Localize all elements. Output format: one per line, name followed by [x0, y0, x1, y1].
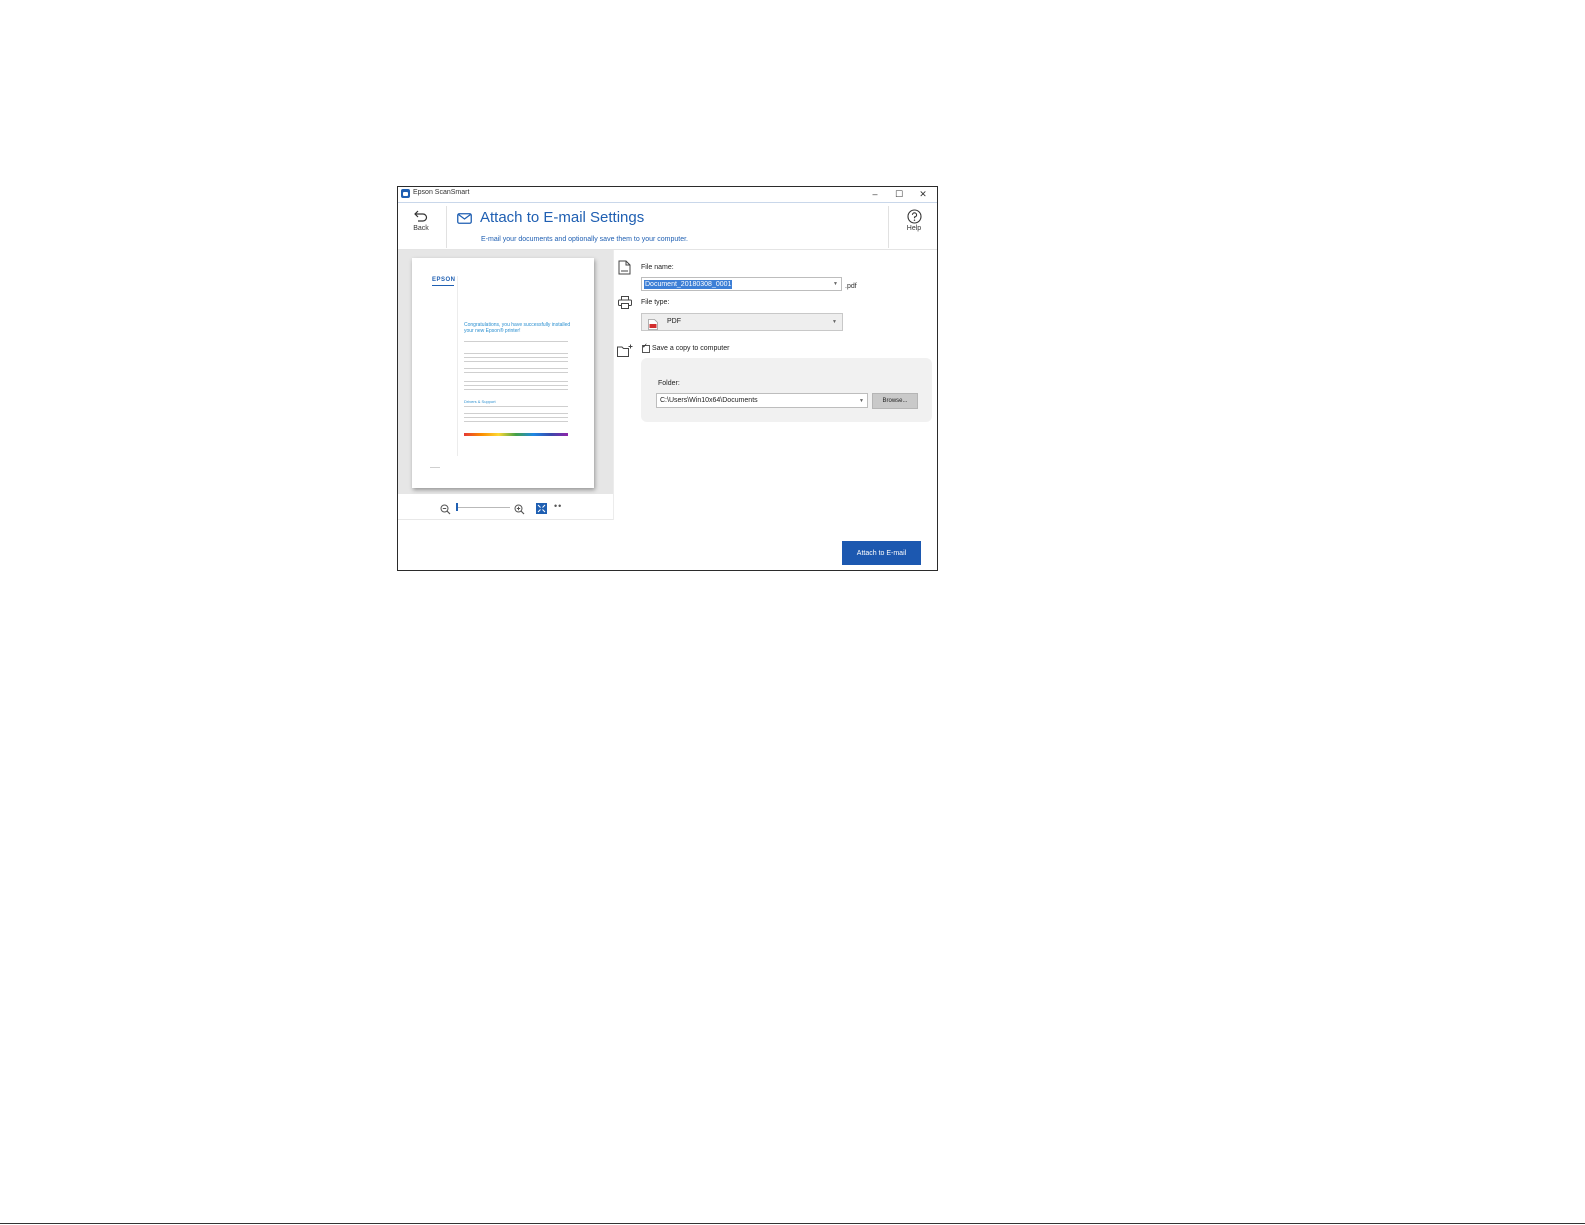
zoom-toolbar: •• — [398, 495, 613, 520]
page-subtitle: E-mail your documents and optionally sav… — [481, 236, 688, 243]
document-text-lines — [464, 368, 568, 376]
checkmark-icon: ✓ — [642, 343, 648, 350]
chevron-down-icon[interactable]: ▼ — [833, 281, 838, 287]
zoom-slider-thumb[interactable] — [456, 503, 458, 511]
title-bar: Epson ScanSmart – ☐ ✕ — [398, 187, 937, 203]
zoom-in-icon[interactable] — [514, 502, 525, 515]
document-preview[interactable]: EPSON Congratulations, you have successf… — [412, 258, 594, 488]
document-logo: EPSON — [432, 277, 456, 286]
scansmart-window: Epson ScanSmart – ☐ ✕ Back Attach to E-m… — [397, 186, 938, 571]
more-icon[interactable]: •• — [554, 501, 562, 512]
header-divider — [446, 206, 447, 248]
file-name-value: Document_20180308_0001 — [644, 280, 733, 289]
header-divider — [888, 206, 889, 248]
header: Back Attach to E-mail Settings E-mail yo… — [398, 203, 937, 250]
document-heading: Congratulations, you have successfully i… — [464, 322, 571, 334]
page-title: Attach to E-mail Settings — [480, 209, 645, 226]
folder-input[interactable]: C:\Users\Win10x64\Documents ▼ — [656, 393, 868, 408]
folder-add-icon — [617, 344, 633, 357]
file-type-value: PDF — [667, 318, 681, 325]
file-extension-label: .pdf — [845, 283, 857, 290]
zoom-slider[interactable] — [456, 507, 510, 508]
document-icon — [618, 260, 631, 275]
pane-divider — [613, 250, 614, 520]
file-name-input[interactable]: Document_20180308_0001 ▼ — [641, 277, 842, 291]
file-name-label: File name: — [641, 264, 674, 271]
document-text-lines — [464, 406, 568, 410]
fit-page-icon[interactable] — [536, 501, 547, 514]
app-title: Epson ScanSmart — [413, 189, 470, 196]
zoom-out-icon[interactable] — [440, 502, 451, 515]
file-type-select[interactable]: PDF ▼ — [641, 313, 843, 331]
save-copy-label[interactable]: Save a copy to computer — [652, 345, 729, 352]
document-subheading: Drivers & Support — [464, 399, 496, 404]
save-copy-checkbox[interactable]: ✓ — [642, 343, 650, 353]
folder-label: Folder: — [658, 380, 680, 387]
attach-to-email-button[interactable]: Attach to E-mail — [842, 541, 921, 565]
document-text-lines — [464, 381, 568, 393]
document-text-lines — [464, 341, 568, 345]
help-button[interactable]: Help — [899, 209, 929, 232]
close-button[interactable]: ✕ — [911, 187, 935, 202]
minimize-button[interactable]: – — [863, 187, 887, 202]
mail-icon — [457, 211, 472, 224]
document-footer — [430, 467, 440, 468]
help-label: Help — [906, 225, 922, 232]
back-label: Back — [413, 225, 429, 232]
preview-pane: EPSON Congratulations, you have successf… — [398, 250, 613, 494]
document-rule — [457, 276, 458, 456]
back-arrow-icon — [406, 209, 436, 225]
pdf-icon — [648, 317, 658, 330]
help-icon — [899, 209, 929, 225]
document-text-lines — [464, 413, 568, 425]
folder-group: Folder: C:\Users\Win10x64\Documents ▼ Br… — [641, 358, 932, 422]
browse-button[interactable]: Browse... — [872, 393, 918, 409]
maximize-button[interactable]: ☐ — [887, 187, 911, 202]
chevron-down-icon[interactable]: ▼ — [832, 319, 837, 325]
chevron-down-icon[interactable]: ▼ — [859, 398, 864, 404]
document-text-lines — [464, 353, 568, 365]
back-button[interactable]: Back — [406, 209, 436, 232]
page-bottom-rule — [0, 1223, 1585, 1224]
app-icon — [401, 189, 410, 198]
document-color-bar — [464, 433, 568, 436]
printer-icon — [618, 296, 632, 309]
file-type-label: File type: — [641, 299, 670, 306]
folder-value: C:\Users\Win10x64\Documents — [660, 397, 758, 404]
